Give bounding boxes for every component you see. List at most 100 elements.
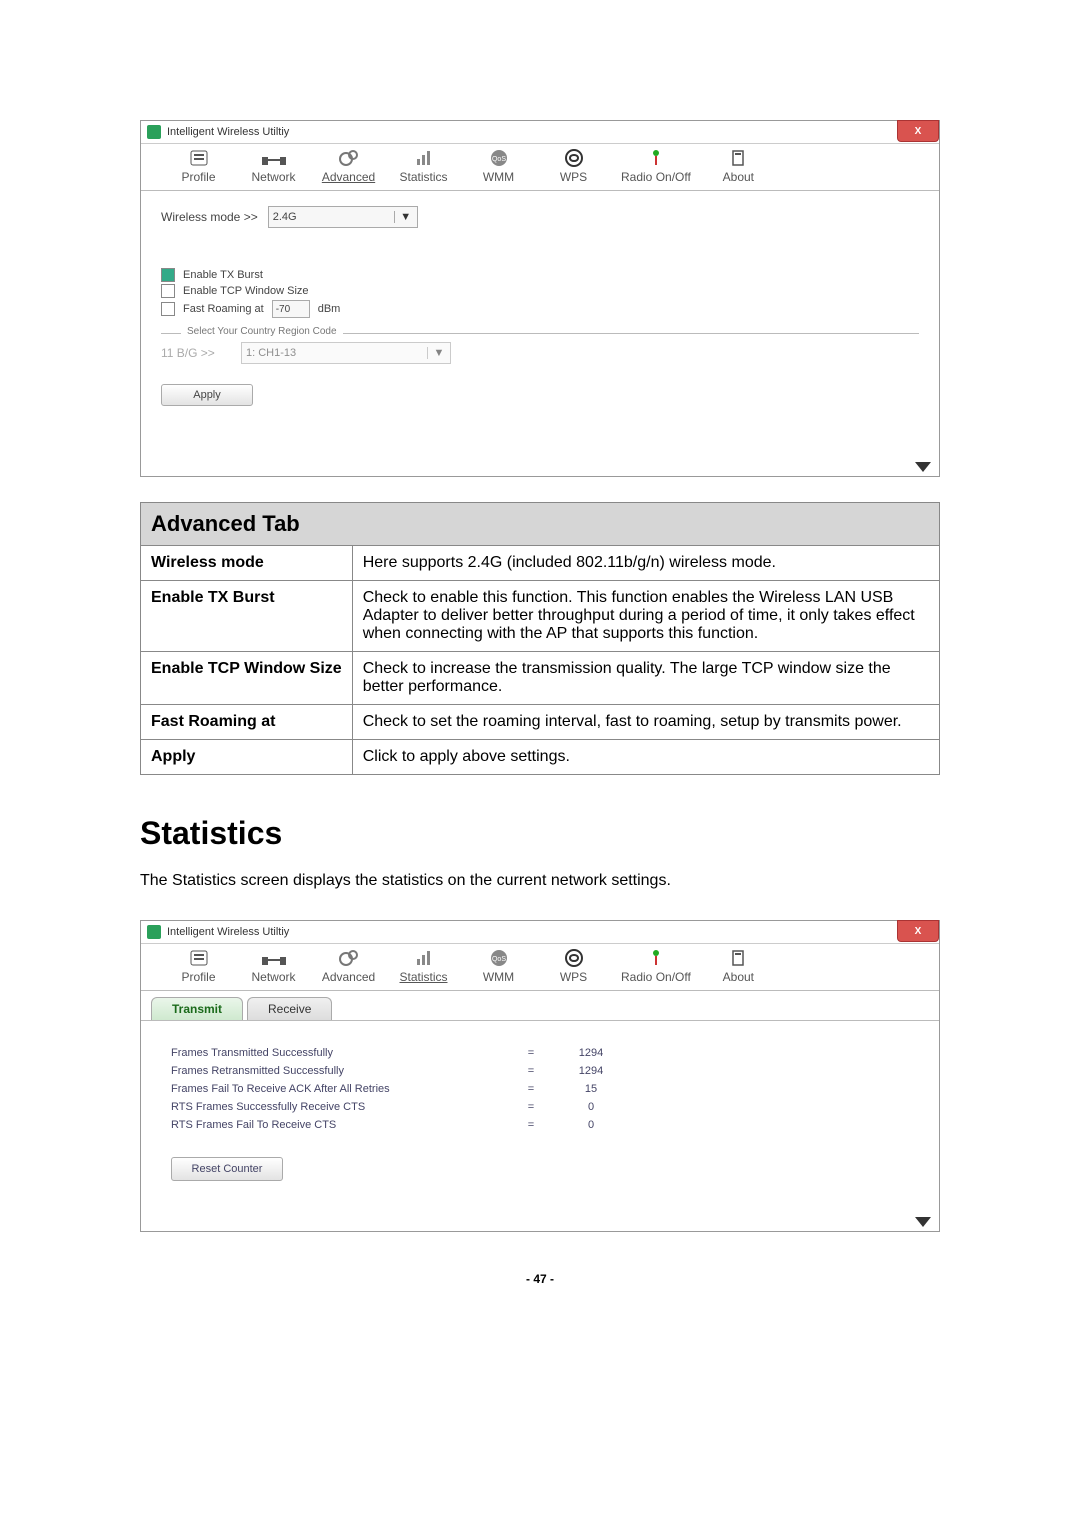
enable-tcp-window-label: Enable TCP Window Size (183, 285, 309, 297)
table-val: Here supports 2.4G (included 802.11b/g/n… (352, 546, 939, 581)
toolbar-network[interactable]: Network (246, 948, 301, 984)
table-val: Check to enable this function. This func… (352, 581, 939, 652)
table-val: Check to set the roaming interval, fast … (352, 705, 939, 740)
window-close-button[interactable]: X (897, 920, 939, 942)
toolbar-label: Advanced (322, 970, 375, 984)
toolbar-wps[interactable]: WPS (546, 948, 601, 984)
wps-icon (565, 948, 583, 968)
table-key: Apply (141, 740, 353, 775)
toolbar-label: Profile (181, 170, 215, 184)
stat-value: 0 (551, 1119, 631, 1131)
toolbar-wps[interactable]: WPS (546, 148, 601, 184)
chart-icon (415, 948, 433, 968)
table-val: Click to apply above settings. (352, 740, 939, 775)
radio-icon (648, 948, 664, 968)
radio-icon (648, 148, 664, 168)
window-close-button[interactable]: X (897, 120, 939, 142)
equals-icon: = (511, 1083, 551, 1095)
toolbar-wmm[interactable]: QoS WMM (471, 148, 526, 184)
toolbar-profile[interactable]: Profile (171, 948, 226, 984)
wireless-mode-value: 2.4G (273, 211, 297, 223)
toolbar-radio[interactable]: Radio On/Off (621, 148, 691, 184)
page-number: - 47 - (140, 1272, 940, 1286)
reset-counter-button[interactable]: Reset Counter (171, 1157, 283, 1181)
toolbar-advanced[interactable]: Advanced (321, 948, 376, 984)
toolbar-about[interactable]: About (711, 948, 766, 984)
toolbar-label: Network (251, 170, 295, 184)
close-icon: X (915, 926, 922, 937)
stat-row: Frames Fail To Receive ACK After All Ret… (171, 1083, 909, 1095)
profile-icon (189, 948, 209, 968)
region-value: 1: CH1-13 (246, 347, 296, 359)
stat-value: 1294 (551, 1065, 631, 1077)
stat-label: RTS Frames Fail To Receive CTS (171, 1119, 511, 1131)
toolbar-radio[interactable]: Radio On/Off (621, 948, 691, 984)
network-icon (262, 948, 286, 968)
toolbar: Profile Network Advanced Statistics Qo (141, 144, 939, 191)
window-title: Intelligent Wireless Utiltiy (167, 926, 289, 938)
svg-text:QoS: QoS (491, 156, 505, 163)
toolbar-label: Statistics (399, 970, 447, 984)
close-icon: X (915, 126, 922, 137)
wireless-mode-label: Wireless mode >> (161, 210, 258, 224)
app-icon (147, 925, 161, 939)
stat-row: RTS Frames Successfully Receive CTS = 0 (171, 1101, 909, 1113)
stat-label: RTS Frames Successfully Receive CTS (171, 1101, 511, 1113)
toolbar-statistics[interactable]: Statistics (396, 148, 451, 184)
table-row: Fast Roaming at Check to set the roaming… (141, 705, 940, 740)
enable-tx-burst-label: Enable TX Burst (183, 269, 263, 281)
svg-text:QoS: QoS (491, 956, 505, 963)
toolbar-about[interactable]: About (711, 148, 766, 184)
window-titlebar: Intelligent Wireless Utiltiy X (141, 921, 939, 944)
about-icon (731, 148, 745, 168)
toolbar-label: Network (251, 970, 295, 984)
window-title: Intelligent Wireless Utiltiy (167, 126, 289, 138)
toolbar-label: WMM (483, 970, 514, 984)
expand-arrow-icon[interactable] (915, 1217, 931, 1227)
equals-icon: = (511, 1065, 551, 1077)
fast-roaming-checkbox[interactable] (161, 302, 175, 316)
wireless-mode-select[interactable]: 2.4G ▼ (268, 206, 418, 228)
stat-row: RTS Frames Fail To Receive CTS = 0 (171, 1119, 909, 1131)
network-icon (262, 148, 286, 168)
enable-tx-burst-checkbox[interactable] (161, 268, 175, 282)
stats-tabs: Transmit Receive (141, 991, 939, 1021)
stats-body: Frames Transmitted Successfully = 1294 F… (141, 1021, 939, 1231)
toolbar-label: WPS (560, 170, 587, 184)
apply-button[interactable]: Apply (161, 384, 253, 406)
tab-transmit[interactable]: Transmit (151, 997, 243, 1020)
app-icon (147, 125, 161, 139)
equals-icon: = (511, 1047, 551, 1059)
table-row: Wireless mode Here supports 2.4G (includ… (141, 546, 940, 581)
toolbar-label: WPS (560, 970, 587, 984)
region-select[interactable]: 1: CH1-13 ▼ (241, 342, 451, 364)
profile-icon (189, 148, 209, 168)
enable-tcp-window-checkbox[interactable] (161, 284, 175, 298)
section-heading: Statistics (140, 815, 940, 852)
toolbar-label: Statistics (399, 170, 447, 184)
toolbar-label: WMM (483, 170, 514, 184)
expand-arrow-icon[interactable] (915, 462, 931, 472)
toolbar-statistics[interactable]: Statistics (396, 948, 451, 984)
table-title: Advanced Tab (141, 503, 940, 546)
toolbar-label: Radio On/Off (621, 970, 691, 984)
toolbar-label: About (723, 170, 754, 184)
tab-receive[interactable]: Receive (247, 997, 332, 1020)
toolbar-wmm[interactable]: QoS WMM (471, 948, 526, 984)
window-titlebar: Intelligent Wireless Utiltiy X (141, 121, 939, 144)
toolbar: Profile Network Advanced Statistics QoS … (141, 944, 939, 991)
toolbar-network[interactable]: Network (246, 148, 301, 184)
section-intro: The Statistics screen displays the stati… (140, 872, 940, 890)
region-group-label: Select Your Country Region Code (181, 326, 343, 337)
toolbar-profile[interactable]: Profile (171, 148, 226, 184)
stat-value: 0 (551, 1101, 631, 1113)
stat-label: Frames Fail To Receive ACK After All Ret… (171, 1083, 511, 1095)
region-group-divider: Select Your Country Region Code (161, 333, 919, 334)
chart-icon (415, 148, 433, 168)
chevron-down-icon: ▼ (394, 211, 413, 223)
fast-roaming-input[interactable]: -70 (272, 300, 310, 318)
chevron-down-icon: ▼ (427, 347, 446, 359)
table-row: Enable TCP Window Size Check to increase… (141, 652, 940, 705)
toolbar-advanced[interactable]: Advanced (321, 148, 376, 184)
equals-icon: = (511, 1119, 551, 1131)
